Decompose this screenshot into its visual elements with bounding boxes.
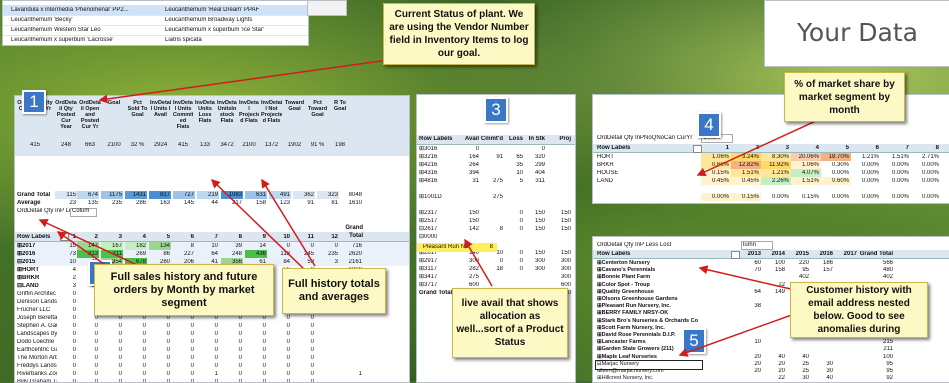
callout-customer-history: Customer history with email address nest…	[790, 282, 928, 338]
callout-current-status: Current Status of plant. We are using th…	[383, 3, 535, 65]
arrow-share-to-table	[696, 119, 819, 176]
callout-live-avail: live avail that shows allocation as well…	[452, 288, 568, 358]
arrow-sales-to-2017	[38, 219, 149, 271]
arrow-cust-to-list	[698, 265, 796, 291]
arrow-avail-up	[464, 238, 493, 287]
arrow-status-to-goal	[98, 59, 389, 104]
arrow-totals-1	[210, 178, 306, 271]
callout-market-share: % of market share by market segment by m…	[784, 72, 905, 122]
arrow-cust-to-email	[678, 311, 801, 357]
callout-full-sales: Full sales history and future orders by …	[94, 264, 274, 316]
callout-history-totals: Full history totals and averages	[282, 268, 386, 314]
